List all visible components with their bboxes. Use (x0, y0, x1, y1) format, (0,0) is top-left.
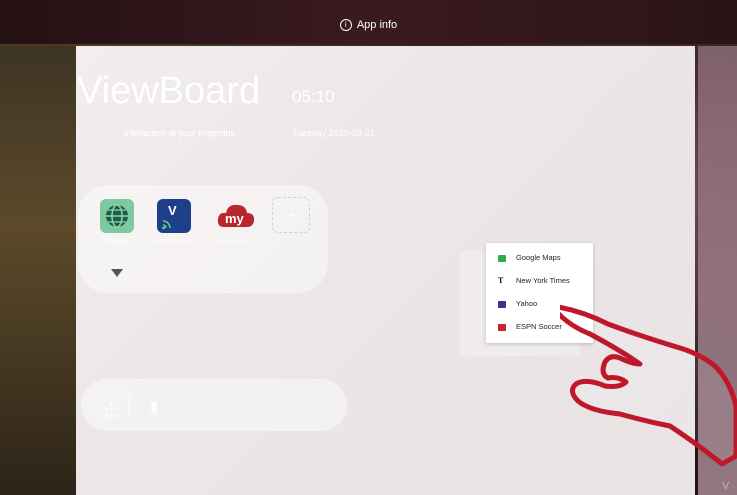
globe-icon (100, 199, 134, 233)
usb-icon (149, 399, 159, 412)
network-setting[interactable]: Network (96, 399, 126, 419)
apps-panel: Browser V vCastReceiver my myViewBoard + (78, 185, 328, 293)
app-label: Browser (105, 239, 128, 245)
expand-arrow-icon[interactable] (111, 269, 123, 277)
svg-text:V: V (168, 203, 177, 218)
app-info-label: App info (356, 19, 398, 31)
nyt-icon: T (498, 276, 504, 285)
app-browser[interactable]: Browser (90, 199, 144, 245)
vcast-icon: V (157, 199, 191, 233)
info-icon: i (339, 19, 352, 31)
watermark-text: V (722, 480, 730, 492)
tagline-text: Interaction at your fingertips (124, 128, 236, 138)
yahoo-icon (498, 301, 506, 308)
adjacent-screen-left (0, 46, 76, 495)
app-info-button[interactable]: i App info (0, 19, 737, 31)
settings-divider (129, 397, 130, 419)
setting-label: Network (101, 413, 121, 419)
app-myviewboard[interactable]: my myViewBoard (206, 199, 260, 245)
menu-item-new-york-times[interactable]: T New York Times (486, 270, 593, 292)
clock-text: 05:10 (292, 87, 335, 106)
setting-label: USB (148, 413, 160, 419)
usb-setting[interactable]: USB (139, 399, 169, 419)
network-icon (106, 399, 116, 410)
app-label: vCastReceiver (154, 239, 194, 245)
page-title: ViewBoard (77, 70, 261, 112)
google-maps-icon (498, 255, 506, 262)
app-label: myViewBoard (214, 239, 252, 245)
svg-text:my: my (225, 211, 245, 226)
menu-item-google-maps[interactable]: Google Maps (486, 247, 593, 269)
settings-panel: Network USB (81, 379, 347, 431)
app-vcastreceiver[interactable]: V vCastReceiver (147, 199, 201, 245)
add-app-button[interactable]: + (272, 197, 310, 233)
myviewboard-cloud-icon: my (216, 199, 255, 233)
hand-pointer-icon (560, 304, 737, 467)
espn-icon (498, 324, 506, 331)
date-text: Tuesday 2020-03-31 (292, 128, 375, 138)
